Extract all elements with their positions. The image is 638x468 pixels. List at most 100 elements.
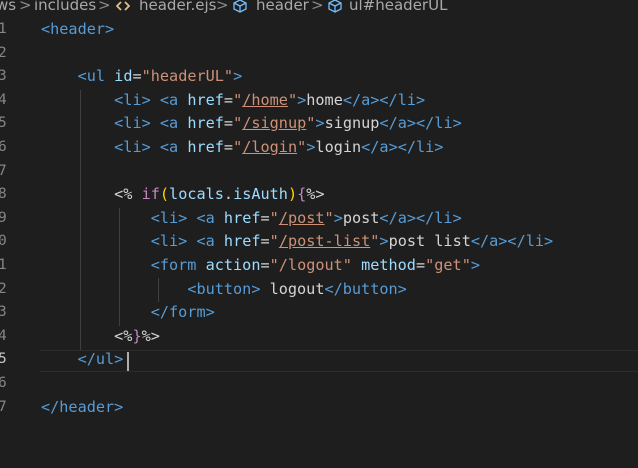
code-token: = (260, 232, 270, 251)
code-token: <a (159, 114, 179, 133)
code-token: <li> (150, 232, 188, 251)
code-line[interactable]: 6 <li> <a href="/login">login</a></li> (0, 136, 638, 160)
code-token: </a></li> (342, 90, 426, 109)
code-line[interactable]: 5 </ul> (0, 348, 638, 372)
code-line[interactable]: 1 <header> (0, 18, 638, 42)
code-token: </ul> (77, 350, 124, 369)
breadcrumb-separator: > (98, 0, 111, 14)
code-text: </header> (41, 396, 123, 420)
code-text: </form> (41, 301, 215, 325)
code-token: </a></li> (379, 208, 462, 227)
code-token: method (361, 256, 416, 274)
code-token: " (233, 138, 243, 156)
code-line[interactable]: 2 <button> logout</button> (0, 278, 638, 302)
code-token: = (260, 256, 270, 274)
code-token: > (233, 67, 243, 86)
code-text: <ul id="headerUL"> (41, 65, 243, 89)
line-number: 4 (0, 91, 7, 108)
code-token: " (233, 114, 243, 133)
code-token: > (315, 114, 325, 133)
code-token: href (187, 138, 224, 156)
code-token: post (342, 208, 380, 227)
line-number: 3 (0, 68, 7, 85)
code-token: "/logout" (269, 256, 352, 274)
code-token: <% (114, 326, 133, 345)
code-text: </ul> (41, 348, 124, 372)
code-text: <li> <a href="/home">home</a></li> (41, 89, 425, 113)
code-token: = (223, 90, 234, 109)
code-token: isAuth (233, 185, 288, 204)
code-line[interactable]: 7 (0, 160, 638, 184)
code-token: %> (306, 185, 325, 204)
breadcrumb-separator: > (19, 0, 32, 14)
breadcrumb: ws > includes > header.ejs > header > ul… (0, 0, 638, 14)
code-line[interactable]: 8 <% if(locals.isAuth){%> (0, 183, 638, 207)
line-number: 6 (0, 139, 7, 155)
code-token: > (333, 208, 343, 227)
code-token: </a></li> (379, 114, 462, 133)
code-text: <form action="/logout" method="get"> (41, 254, 480, 278)
breadcrumb-item-header[interactable]: header (256, 0, 309, 14)
code-line[interactable]: 4 <li> <a href="/home">home</a></li> (0, 89, 638, 113)
code-line[interactable]: 5 <li> <a href="/signup">signup</a></li> (0, 112, 638, 136)
code-token: if (141, 185, 160, 204)
code-token: "headerUL" (141, 67, 234, 86)
code-token: href (187, 114, 224, 133)
code-line[interactable]: 9 <li> <a href="/post">post</a></li> (0, 207, 638, 231)
code-token: <form (150, 256, 197, 274)
code-token: <a (159, 138, 179, 156)
code-line[interactable]: 4 <%}%> (0, 325, 638, 349)
code-line[interactable]: 1 <form action="/logout" method="get"> (0, 254, 638, 278)
code-token: = (415, 256, 426, 274)
code-token: " (287, 90, 298, 109)
code-token: id (114, 67, 133, 86)
code-token: . (223, 185, 234, 204)
code-token: <a (196, 208, 215, 227)
code-line[interactable]: 6 (0, 372, 638, 396)
line-number: 3 (0, 304, 7, 321)
breadcrumb-item-ul[interactable]: ul#headerUL (349, 0, 447, 14)
code-editor[interactable]: 1 <header> 2 3 <ul id="headerUL"> 4 <li> <a … (0, 18, 638, 468)
code-token: <ul (77, 67, 106, 86)
line-number: 5 (0, 115, 7, 132)
code-token: { (297, 185, 307, 204)
code-token: action (205, 256, 261, 274)
line-number: 1 (0, 257, 7, 273)
line-number: 0 (0, 233, 7, 250)
code-token: /login (242, 138, 298, 156)
code-text: <li> <a href="/signup">signup</a></li> (41, 112, 462, 136)
code-token: login (315, 138, 362, 156)
breadcrumb-item-includes[interactable]: includes (34, 0, 96, 14)
code-text: <li> <a href="/login">login</a></li> (41, 136, 443, 160)
code-line[interactable]: 3 </form> (0, 301, 638, 325)
code-token: <% (114, 185, 142, 204)
code-line[interactable]: 0 <li> <a href="/post-list">post list</a… (0, 230, 638, 254)
breadcrumb-item-file[interactable]: header.ejs (139, 0, 216, 14)
code-token: } (132, 326, 142, 345)
code-line[interactable]: 3 <ul id="headerUL"> (0, 65, 638, 89)
code-text: <% if(locals.isAuth){%> (41, 183, 325, 207)
code-line[interactable]: 7 </header> (0, 396, 638, 420)
code-token: <li> (114, 114, 151, 133)
code-line[interactable]: 2 (0, 42, 638, 66)
code-token: locals (169, 185, 224, 204)
code-token: <li> (150, 208, 188, 227)
code-token: </a></li> (470, 232, 554, 251)
breadcrumb-separator: > (311, 0, 324, 14)
code-text: <%}%> (41, 325, 160, 349)
line-number: 2 (0, 44, 7, 61)
breadcrumb-item-ws[interactable]: ws (0, 0, 16, 14)
code-token: " (324, 208, 334, 227)
